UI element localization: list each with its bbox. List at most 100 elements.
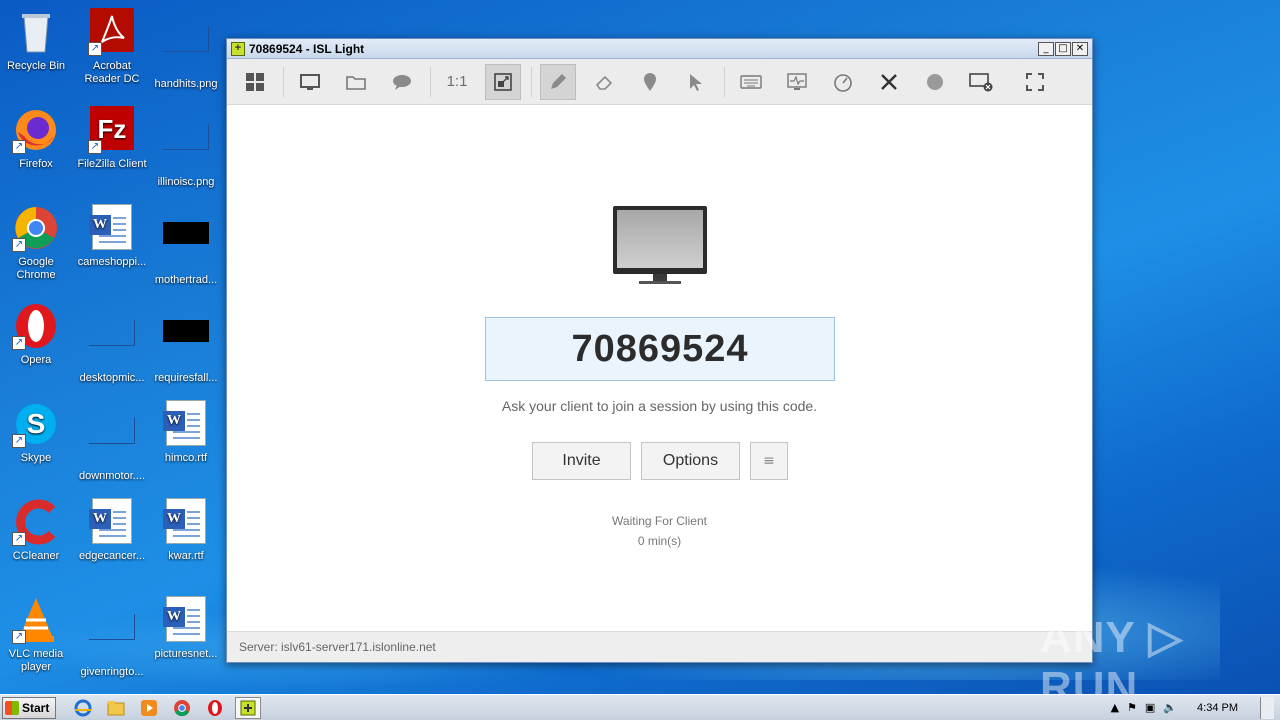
network-icon[interactable]: ▣ bbox=[1145, 701, 1155, 714]
isl-light-taskbar-icon[interactable] bbox=[235, 696, 261, 719]
desktop-icon-label: VLC media player bbox=[8, 648, 64, 673]
desktop-icon-cameshoppi[interactable]: W cameshoppi... bbox=[74, 204, 150, 269]
chrome-icon[interactable] bbox=[169, 697, 195, 719]
desktop-icon-label: himco.rtf bbox=[164, 452, 208, 464]
isl-light-icon: + bbox=[231, 41, 245, 56]
desktop-icon-desktopmic[interactable]: desktopmic... bbox=[74, 302, 150, 385]
desktop-icon-label: CCleaner bbox=[12, 550, 60, 562]
fullscreen-icon[interactable] bbox=[1017, 64, 1053, 100]
desktop-icon-label: cameshoppi... bbox=[77, 256, 147, 268]
desktop-icon-opera[interactable]: ↗ Opera bbox=[0, 302, 74, 367]
minimize-button[interactable]: _ bbox=[1038, 41, 1054, 56]
chat-icon[interactable] bbox=[384, 64, 420, 100]
filezilla-icon: Fz ↗ bbox=[88, 106, 136, 154]
desktop-icon-illinoisc[interactable]: illinoisc.png bbox=[148, 106, 224, 189]
internet-explorer-icon[interactable] bbox=[70, 697, 96, 719]
firefox-icon: ↗ bbox=[12, 106, 60, 154]
opera-icon: ↗ bbox=[12, 302, 60, 350]
monitor-icon[interactable] bbox=[292, 64, 328, 100]
show-hidden-icons-icon[interactable]: ▲ bbox=[1111, 701, 1119, 714]
session-toolbar: 1:1 bbox=[227, 59, 1092, 105]
server-address: Server: islv61-server171.islonline.net bbox=[239, 640, 436, 654]
desktop-icon-acrobat[interactable]: ↗ Acrobat Reader DC bbox=[74, 8, 150, 86]
desktop-icon-label: Skype bbox=[20, 452, 52, 464]
start-button[interactable]: Start bbox=[2, 696, 56, 719]
close-button[interactable]: ✕ bbox=[1072, 41, 1088, 56]
desktop-icon-requiresfall[interactable]: requiresfall... bbox=[148, 302, 224, 385]
desktop-icon-vlc[interactable]: ↗ VLC media player bbox=[0, 596, 74, 674]
window-titlebar[interactable]: + 70869524 - ISL Light _ □ ✕ bbox=[227, 39, 1092, 59]
action-center-flag-icon[interactable]: ⚑ bbox=[1127, 701, 1137, 714]
keyboard-icon[interactable] bbox=[733, 64, 769, 100]
desktop-icon-ccleaner[interactable]: ↗ CCleaner bbox=[0, 498, 74, 563]
disconnect-screen-icon[interactable] bbox=[963, 64, 999, 100]
desktop-icon-kwar[interactable]: W kwar.rtf bbox=[148, 498, 224, 563]
folder-icon[interactable] bbox=[338, 64, 374, 100]
desktop-icon-label: Recycle Bin bbox=[6, 60, 66, 72]
taskbar-clock[interactable]: 4:34 PM bbox=[1197, 702, 1238, 714]
shortcut-arrow-icon: ↗ bbox=[12, 434, 26, 448]
shortcut-arrow-icon: ↗ bbox=[12, 140, 26, 154]
image-file-icon bbox=[88, 320, 136, 368]
desktop-icon-recycle-bin[interactable]: Recycle Bin bbox=[0, 8, 74, 73]
desktop-icon-filezilla[interactable]: Fz ↗ FileZilla Client bbox=[74, 106, 150, 171]
svg-text:S: S bbox=[27, 408, 46, 439]
word-document-icon: W bbox=[88, 204, 136, 252]
word-document-icon: W bbox=[162, 498, 210, 546]
desktop-icon-label: desktopmic... bbox=[79, 372, 145, 384]
word-document-icon: W bbox=[162, 400, 210, 448]
record-icon[interactable] bbox=[917, 64, 953, 100]
one-to-one-button[interactable]: 1:1 bbox=[439, 64, 475, 100]
show-desktop-button[interactable] bbox=[1260, 696, 1274, 719]
monitor-icon bbox=[613, 206, 707, 284]
taskbar: Start ▲ ⚑ ▣ 🔈 4:34 PM bbox=[0, 694, 1280, 720]
desktop-icon-givenringto[interactable]: givenringto... bbox=[74, 596, 150, 679]
menu-button[interactable]: ≡ bbox=[750, 442, 788, 480]
desktop-icon-firefox[interactable]: ↗ Firefox bbox=[0, 106, 74, 171]
explorer-icon[interactable] bbox=[103, 697, 129, 719]
session-hint: Ask your client to join a session by usi… bbox=[501, 398, 818, 414]
volume-icon[interactable]: 🔈 bbox=[1163, 701, 1177, 714]
desktop-icon-chrome[interactable]: ↗ Google Chrome bbox=[0, 204, 74, 282]
pin-icon[interactable] bbox=[632, 64, 668, 100]
pencil-icon[interactable] bbox=[540, 63, 576, 100]
desktop-icon-handhits[interactable]: handhits.png bbox=[148, 8, 224, 91]
system-info-icon[interactable] bbox=[779, 64, 815, 100]
pointer-icon[interactable] bbox=[678, 64, 714, 100]
grid-icon[interactable] bbox=[237, 64, 273, 100]
desktop-icon-label: givenringto... bbox=[80, 666, 144, 678]
server-statusbar: Server: islv61-server171.islonline.net bbox=[227, 631, 1092, 662]
desktop-icon-himco[interactable]: W himco.rtf bbox=[148, 400, 224, 465]
session-panel: 70869524 Ask your client to join a sessi… bbox=[227, 106, 1092, 631]
desktop-icon-label: Firefox bbox=[19, 158, 53, 170]
eraser-icon[interactable] bbox=[586, 64, 622, 100]
desktop-icon-label: requiresfall... bbox=[154, 372, 218, 384]
media-player-icon[interactable] bbox=[136, 697, 162, 719]
desktop-icon-skype[interactable]: S ↗ Skype bbox=[0, 400, 74, 465]
desktop-icon-label: mothertrad... bbox=[154, 274, 218, 286]
tools-icon[interactable] bbox=[871, 64, 907, 100]
desktop-icon-mothertrad[interactable]: mothertrad... bbox=[148, 204, 224, 287]
desktop-icon-edgecancer[interactable]: W edgecancer... bbox=[74, 498, 150, 563]
opera-icon[interactable] bbox=[202, 697, 228, 719]
desktop-icon-picturesnet[interactable]: W picturesnet... bbox=[148, 596, 224, 661]
speed-icon[interactable] bbox=[825, 64, 861, 100]
fit-icon[interactable] bbox=[485, 63, 521, 100]
shortcut-arrow-icon: ↗ bbox=[88, 140, 102, 154]
desktop-icon-label: handhits.png bbox=[154, 78, 218, 90]
desktop-icon-label: Opera bbox=[20, 354, 52, 366]
invite-button[interactable]: Invite bbox=[532, 442, 631, 480]
recycle-bin-icon bbox=[12, 8, 60, 56]
desktop-icon-label: FileZilla Client bbox=[77, 158, 147, 170]
desktop-icon-label: kwar.rtf bbox=[168, 550, 204, 562]
desktop-icon-label: downmotor.... bbox=[78, 470, 146, 482]
word-document-icon: W bbox=[162, 596, 210, 644]
shortcut-arrow-icon: ↗ bbox=[12, 238, 26, 252]
image-file-icon bbox=[162, 124, 210, 172]
ccleaner-icon: ↗ bbox=[12, 498, 60, 546]
session-code: 70869524 bbox=[485, 317, 835, 381]
desktop-icon-downmotor[interactable]: downmotor.... bbox=[74, 400, 150, 483]
image-file-icon bbox=[162, 222, 210, 270]
maximize-button[interactable]: □ bbox=[1055, 41, 1071, 56]
options-button[interactable]: Options bbox=[641, 442, 740, 480]
